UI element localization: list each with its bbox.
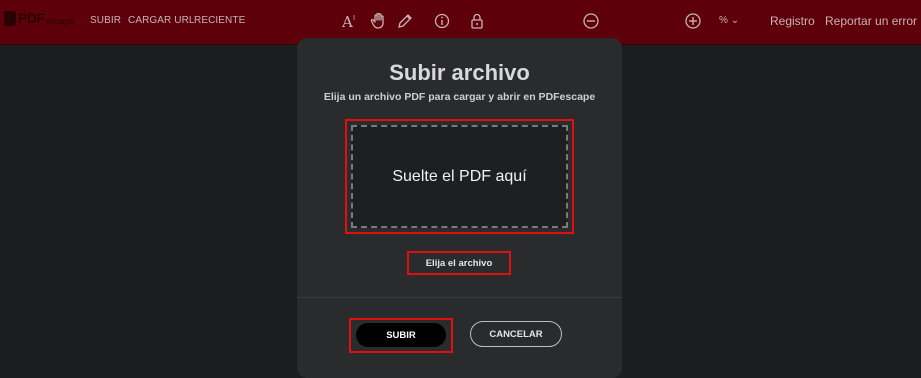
- svg-text:I: I: [353, 14, 355, 22]
- zoom-input[interactable]: [618, 12, 676, 32]
- drop-zone[interactable]: Suelte el PDF aquí: [351, 125, 568, 228]
- zoom-out-icon[interactable]: [581, 11, 601, 31]
- text-tool-icon[interactable]: AI: [340, 11, 360, 31]
- zoom-in-icon[interactable]: [683, 11, 703, 31]
- drop-zone-text: Suelte el PDF aquí: [392, 167, 527, 185]
- nav-recent[interactable]: RECIENTE: [194, 15, 245, 26]
- logo-text: PDF: [18, 10, 45, 26]
- dialog-title: Subir archivo: [389, 60, 530, 85]
- svg-text:A: A: [341, 13, 353, 31]
- upload-button[interactable]: SUBIR: [356, 323, 446, 347]
- choose-file-button[interactable]: Elija el archivo: [407, 251, 511, 275]
- dialog-subtitle: Elija un archivo PDF para cargar y abrir…: [323, 91, 596, 103]
- nav-load-url[interactable]: CARGAR URL: [128, 15, 195, 26]
- chevron-down-icon: ⌄: [730, 15, 740, 26]
- pencil-icon[interactable]: [395, 11, 415, 31]
- drop-zone-highlight: Suelte el PDF aquí: [345, 119, 574, 234]
- info-icon[interactable]: [432, 11, 452, 31]
- nav-upload[interactable]: SUBIR: [90, 15, 121, 26]
- cancel-button[interactable]: CANCELAR: [470, 321, 562, 347]
- logo-mark-icon: [4, 10, 16, 26]
- upload-dialog: Subir archivo Elija un archivo PDF para …: [297, 38, 622, 378]
- zoom-dropdown[interactable]: % ⌄: [719, 15, 739, 26]
- dialog-divider: [297, 297, 622, 298]
- hand-tool-icon[interactable]: [369, 11, 389, 31]
- register-link[interactable]: Registro: [770, 14, 815, 28]
- report-error-link[interactable]: Reportar un error: [825, 14, 917, 28]
- choose-file-label: Elija el archivo: [425, 257, 493, 269]
- lock-icon[interactable]: [467, 11, 487, 31]
- pdfescape-logo[interactable]: PDF escape: [4, 10, 75, 26]
- zoom-dropdown-label: %: [719, 15, 728, 26]
- logo-subtext: escape: [45, 16, 75, 26]
- upload-button-highlight: SUBIR: [349, 318, 453, 353]
